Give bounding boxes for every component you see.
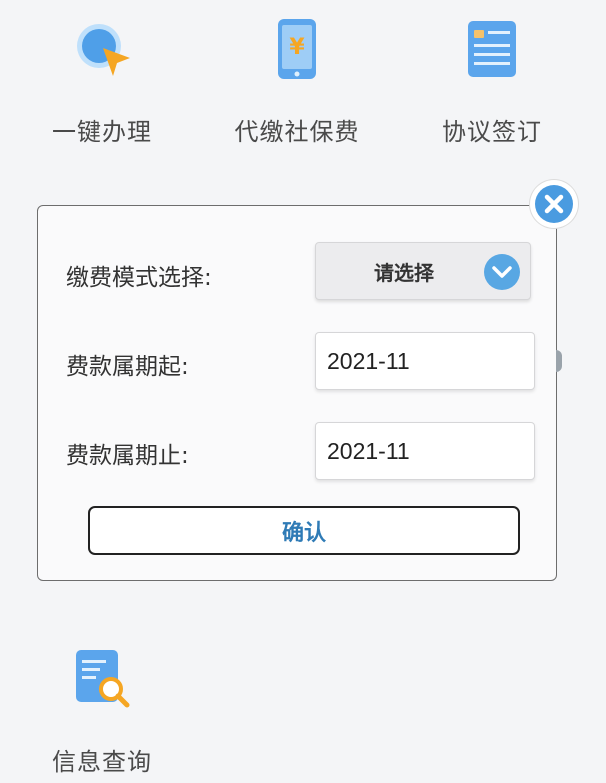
payment-mode-label: 缴费模式选择:	[66, 265, 212, 291]
payment-mode-value: 请选择	[374, 261, 434, 285]
service-label: 信息查询	[52, 748, 152, 776]
service-sign-agreement[interactable]: 协议签订	[417, 18, 567, 147]
period-end-input[interactable]	[315, 422, 535, 480]
service-one-click[interactable]: 一键办理	[27, 18, 177, 147]
phone-yuan-icon: ¥	[265, 18, 329, 82]
pointer-click-icon	[70, 18, 134, 82]
period-end-label: 费款属期止:	[66, 443, 189, 469]
period-start-label: 费款属期起:	[66, 354, 189, 380]
period-start-input[interactable]	[315, 332, 535, 390]
service-label: 代缴社保费	[234, 118, 360, 146]
service-pay-social-insurance[interactable]: ¥ 代缴社保费	[222, 18, 372, 147]
document-search-icon	[70, 648, 134, 712]
background-edge-fragment	[556, 350, 562, 372]
service-label: 一键办理	[52, 118, 152, 146]
service-label: 协议签订	[442, 118, 542, 146]
payment-period-dialog: 缴费模式选择: 请选择 费款属期起: 费款属期止: 确认	[37, 205, 557, 581]
document-card-icon	[460, 18, 524, 82]
confirm-button[interactable]: 确认	[88, 506, 520, 555]
payment-mode-select[interactable]: 请选择	[315, 242, 531, 300]
close-button[interactable]	[530, 180, 578, 228]
svg-text:¥: ¥	[289, 35, 305, 60]
service-info-query[interactable]: 信息查询	[27, 648, 177, 777]
chevron-down-icon	[484, 254, 520, 290]
close-icon	[535, 185, 573, 223]
